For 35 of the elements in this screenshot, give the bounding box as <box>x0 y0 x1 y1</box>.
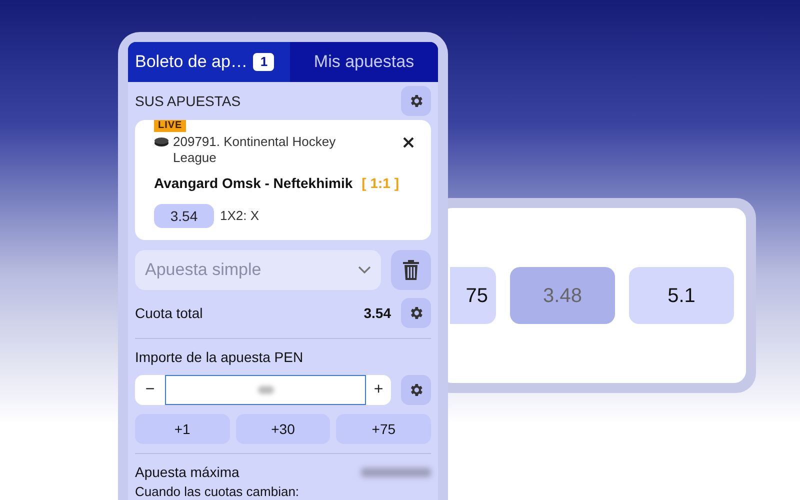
settings-button[interactable] <box>401 86 431 116</box>
blurred-value <box>258 386 274 394</box>
quick-amount-button[interactable]: +75 <box>336 414 431 444</box>
settings-icon <box>408 382 424 398</box>
odds-change-label: Cuando las cuotas cambian: <box>135 484 300 500</box>
quick-amount-button[interactable]: +1 <box>135 414 230 444</box>
odds-button[interactable]: 75 <box>450 267 496 324</box>
live-badge: LIVE <box>154 120 186 132</box>
delete-button[interactable] <box>391 250 431 290</box>
match-name: Avangard Omsk - Neftekhimik <box>154 174 353 193</box>
blurred-value <box>361 468 431 477</box>
settings-icon <box>408 93 424 109</box>
max-bet-label: Apuesta máxima <box>135 463 240 482</box>
score: [ 1:1 ] <box>362 174 399 193</box>
total-odds-value: 3.54 <box>364 304 391 322</box>
market-label: 1X2: X <box>220 207 260 226</box>
total-odds-label: Cuota total <box>135 304 204 322</box>
quick-amount-button[interactable]: +30 <box>236 414 330 444</box>
stake-label: Importe de la apuesta PEN <box>135 348 304 367</box>
odds-button[interactable]: 5.1 <box>629 267 734 324</box>
decrease-button[interactable]: − <box>135 375 165 405</box>
tab[interactable]: Boleto de ap… 1 <box>128 42 290 82</box>
increase-button[interactable]: + <box>366 375 391 405</box>
odds-pill: 3.54 <box>154 204 214 228</box>
section-title: SUS APUESTAS <box>135 92 241 110</box>
trash-icon <box>403 260 419 280</box>
settings-button[interactable] <box>401 375 431 405</box>
chevron-down-icon <box>358 266 371 274</box>
hockey-puck-icon <box>154 137 169 147</box>
close-icon[interactable] <box>403 137 414 148</box>
settings-button[interactable] <box>401 298 431 328</box>
count-badge: 1 <box>253 53 274 71</box>
stake-input[interactable] <box>165 375 366 405</box>
league-name: 209791. Kontinental Hockey League <box>173 134 337 166</box>
settings-icon <box>408 305 424 321</box>
